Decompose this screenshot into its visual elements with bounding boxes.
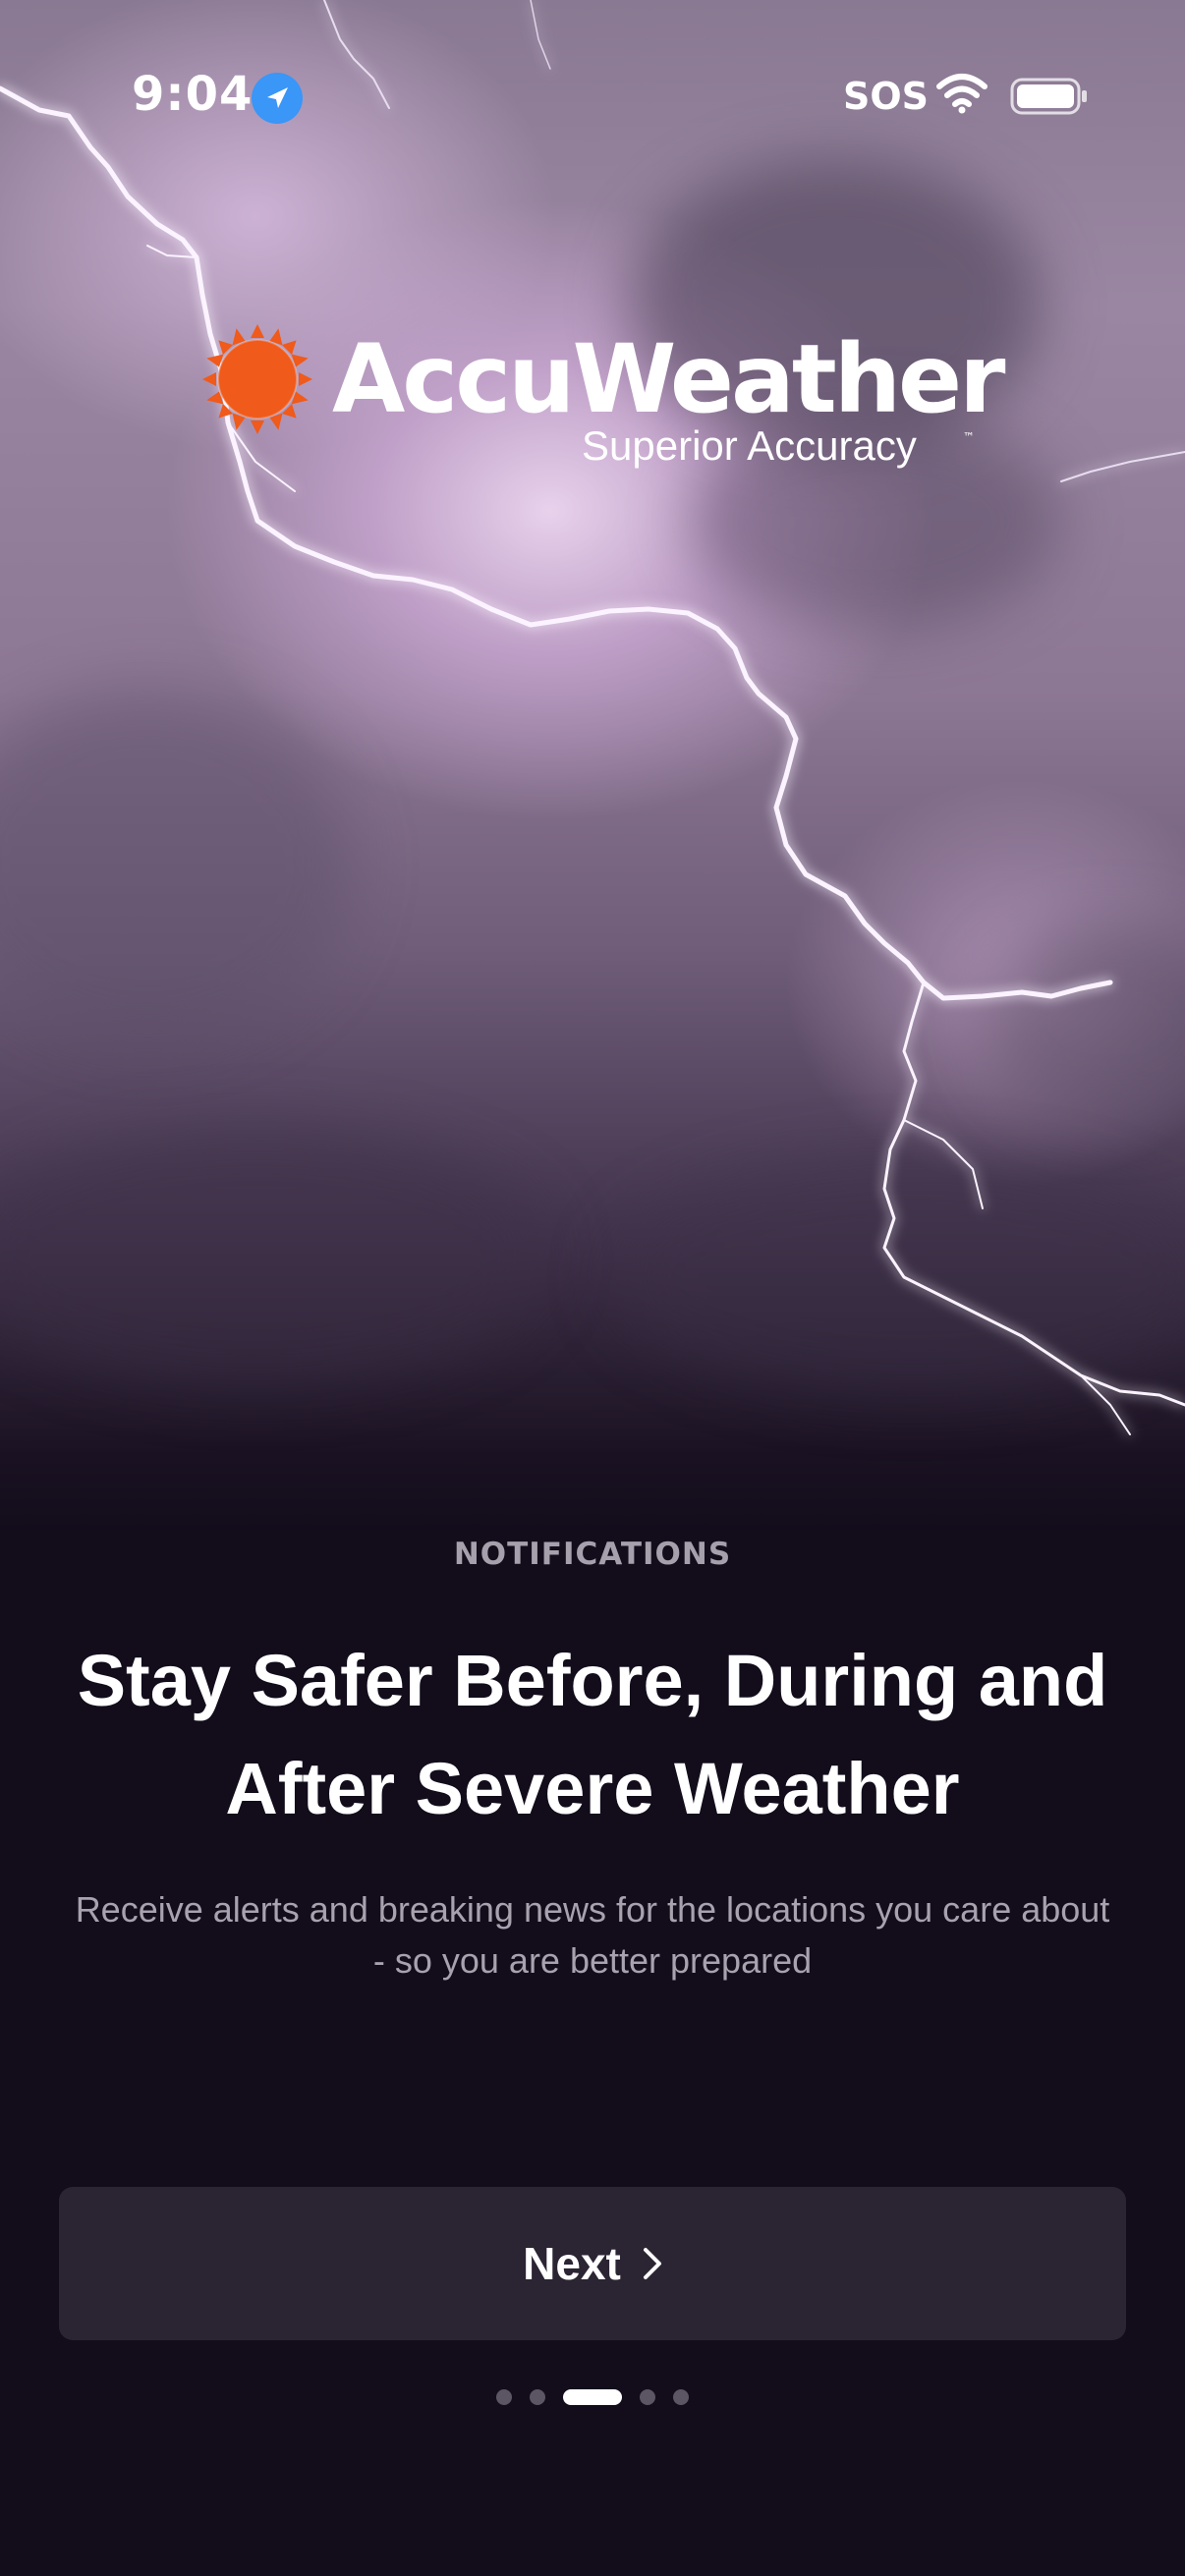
logo-tagline: Superior Accuracy [582,422,917,469]
chevron-right-icon [643,2248,661,2279]
trademark-mark: ™ [963,430,975,444]
page-dot[interactable] [673,2389,689,2405]
next-button[interactable]: Next [59,2187,1126,2340]
registered-mark: ® [969,360,983,375]
status-time: 9:04 [132,67,254,122]
section-eyebrow: NOTIFICATIONS [453,1537,732,1572]
onboarding-screen: 9:04 SOS AccuWeather ® Superior Accuracy… [0,0,1185,2576]
page-dot-active[interactable] [563,2389,622,2405]
onboarding-headline: Stay Safer Before, During and After Seve… [77,1640,1108,1829]
page-dot[interactable] [530,2389,545,2405]
page-dot[interactable] [640,2389,655,2405]
wifi-icon [935,73,988,118]
battery-icon [1010,77,1089,120]
page-dot[interactable] [496,2389,512,2405]
page-indicator [0,2385,1185,2409]
accuweather-logo: AccuWeather ® Superior Accuracy ™ [202,320,1005,487]
logo-wordmark: AccuWeather [332,324,1005,434]
lightning-bolt-graphic [0,0,1185,1435]
storm-background-image [0,0,1185,1533]
sos-indicator: SOS [843,75,930,118]
sun-icon [202,324,312,438]
next-button-label: Next [523,2238,621,2289]
status-bar: 9:04 SOS [0,0,1185,187]
location-arrow-icon [252,73,303,124]
onboarding-description: Receive alerts and breaking news for the… [75,1889,1110,1981]
